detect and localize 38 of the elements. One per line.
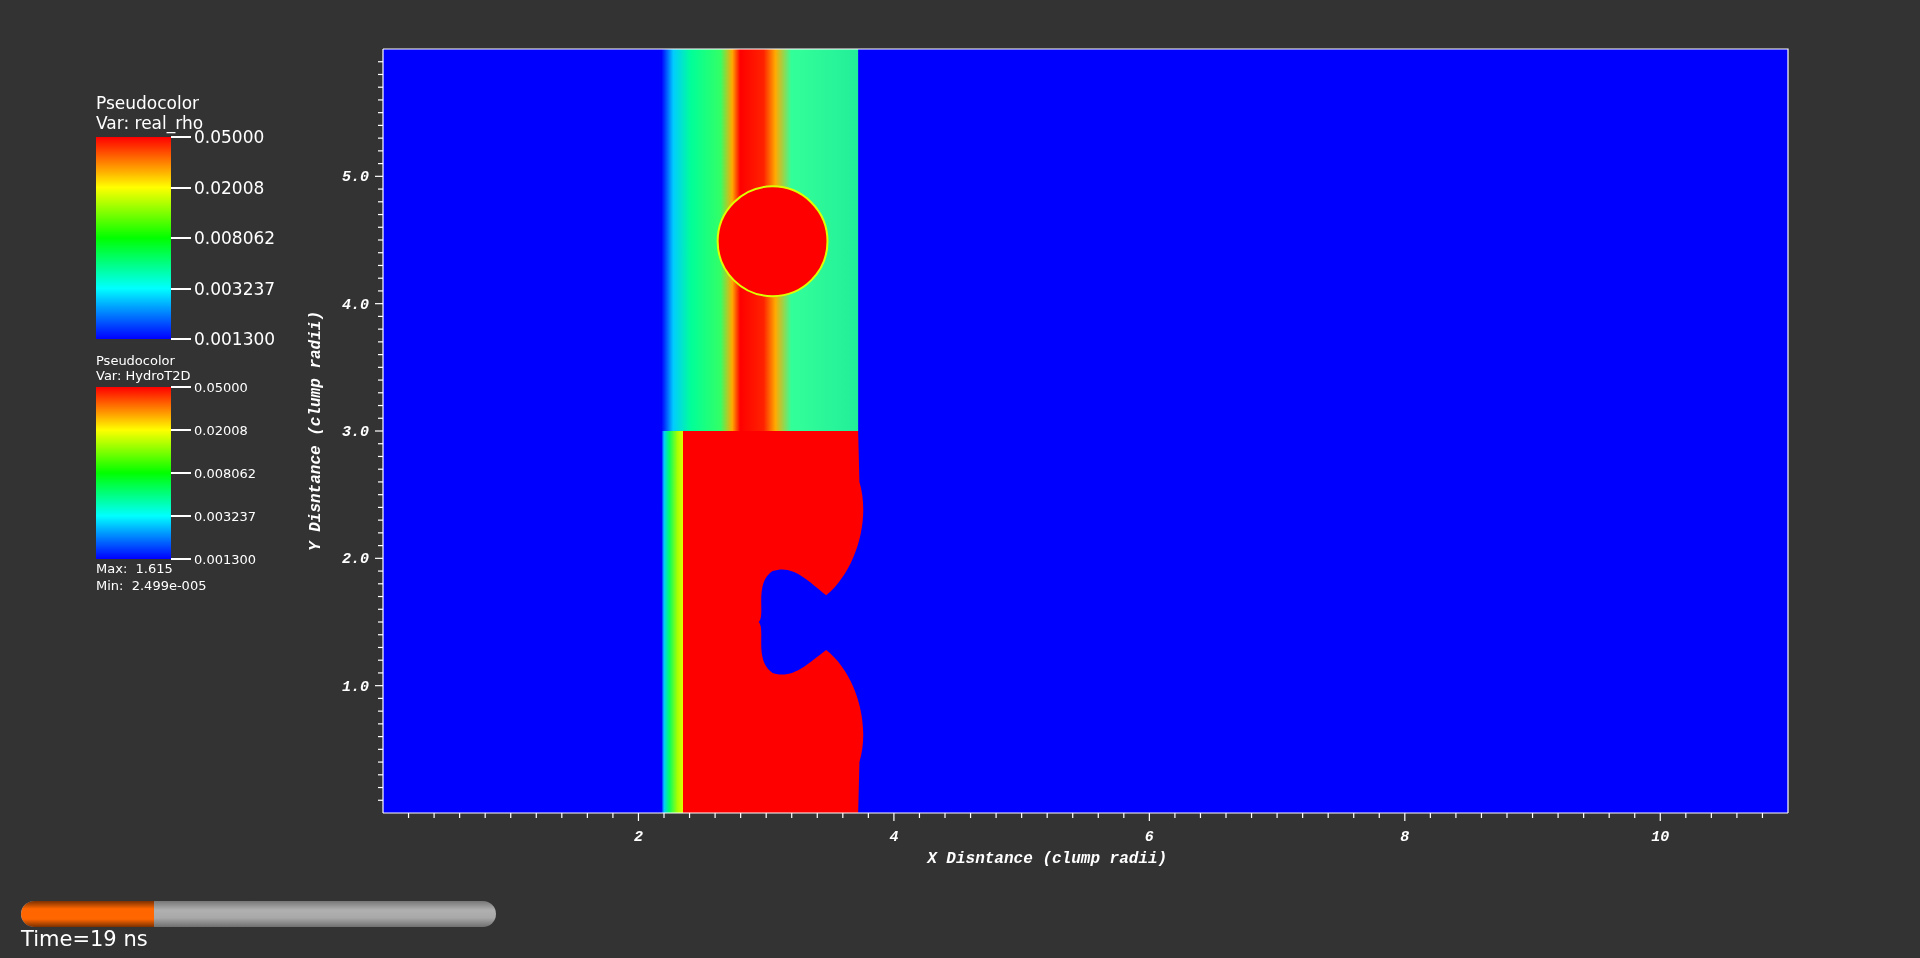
- y-tick-label: 4.0: [342, 296, 369, 314]
- legend-value: 0.001300: [194, 551, 257, 567]
- tick-mark: [171, 237, 191, 239]
- legend-value: 0.001300: [194, 329, 276, 349]
- legend-value: 0.003237: [194, 508, 257, 524]
- legend-variable: Var: HydroT2D: [96, 368, 192, 383]
- legend-value: 0.003237: [194, 278, 276, 299]
- legend-title: Pseudocolor: [96, 353, 176, 368]
- legend-value: 0.02008: [194, 177, 265, 198]
- legend-value: 0.02008: [194, 422, 248, 438]
- x-axis-title: X Disntance (clump radii): [927, 850, 1168, 868]
- legend-value: 0.008062: [194, 465, 257, 481]
- time-label: Time=19 ns: [21, 927, 149, 951]
- tick-mark: [171, 186, 191, 189]
- tick-mark: [171, 429, 191, 431]
- x-tick-label: 2: [633, 829, 643, 846]
- tick-mark: [171, 136, 191, 138]
- max-value: Max: 1.615: [96, 561, 174, 576]
- x-tick-label: 8: [1400, 829, 1410, 846]
- y-axis-title: Y Disntance (clump radii): [307, 311, 325, 551]
- tick-mark: [171, 338, 191, 340]
- tick-mark: [171, 515, 191, 517]
- min-value: Min: 2.499e-005: [96, 578, 208, 593]
- legend-value: 0.05000: [194, 379, 248, 395]
- legend-title: Pseudocolor: [96, 93, 201, 113]
- tick-mark: [171, 558, 191, 560]
- x-tick-label: 10: [1651, 829, 1670, 846]
- y-tick-label: 2.0: [342, 551, 369, 569]
- legend-value: 0.008062: [194, 228, 276, 248]
- x-tick-label: 6: [1144, 829, 1154, 846]
- y-tick-label: 1.0: [342, 678, 369, 696]
- y-tick-label: 5.0: [342, 169, 369, 187]
- x-tick-label: 4: [889, 829, 899, 846]
- tick-mark: [171, 472, 191, 474]
- y-tick-label: 3.0: [342, 424, 369, 441]
- tick-mark: [171, 386, 191, 388]
- time-slider[interactable]: [21, 901, 496, 927]
- tick-mark: [171, 287, 191, 290]
